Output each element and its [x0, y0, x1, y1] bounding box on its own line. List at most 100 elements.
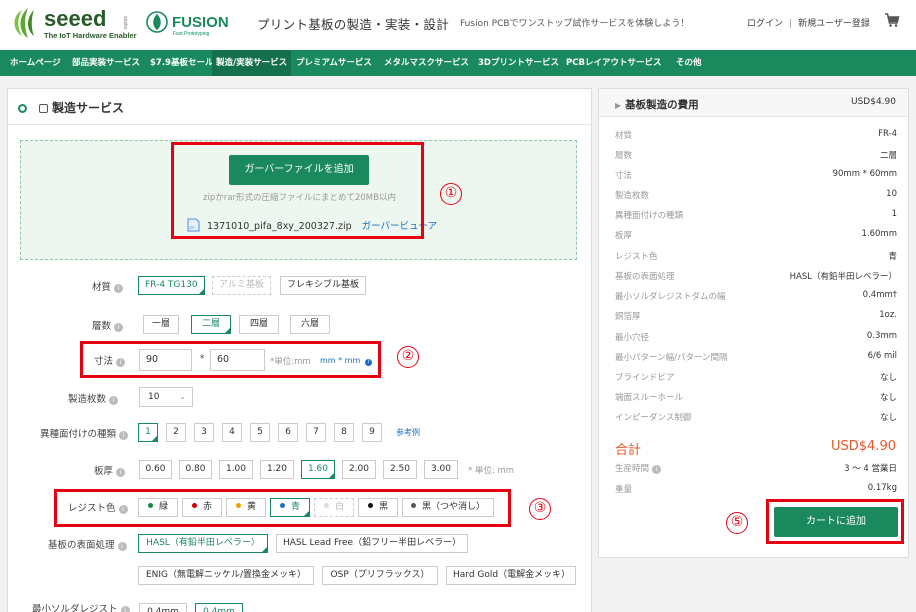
designs-option-1[interactable]: 1 [138, 423, 158, 442]
nav-item-sale[interactable]: $7.9基板セール [146, 50, 217, 76]
svg-text:The IoT Hardware Enabler: The IoT Hardware Enabler [44, 31, 137, 40]
info-icon[interactable]: i [109, 396, 119, 405]
cart-icon[interactable] [884, 12, 900, 28]
svg-text:Fast Prototyping: Fast Prototyping [173, 31, 210, 37]
register-link[interactable]: 新規ユーザー登録 [798, 19, 870, 29]
annotation-marker-2: ② [397, 346, 419, 368]
info-icon[interactable]: i [117, 542, 127, 551]
finish-option-osp[interactable]: OSP（プリフラックス） [322, 566, 438, 585]
nav-item-other[interactable]: その他 [672, 50, 706, 76]
cost-panel-header: ▶ 基板製造の費用 USD$4.90 [599, 89, 908, 117]
thickness-option-300[interactable]: 3.00 [424, 460, 458, 479]
header-title: プリント基板の製造・実装・設計 [257, 17, 450, 32]
annotation-marker-3: ③ [529, 498, 551, 520]
nav-item-manufacturing[interactable]: 製造/実装サービス [212, 50, 292, 76]
total-value: USD$4.90 [831, 439, 896, 454]
material-option-fr4[interactable]: FR-4 TG130 [138, 276, 205, 295]
designs-option-9[interactable]: 9 [362, 423, 382, 442]
annotation-box-2 [80, 341, 381, 378]
spec-row: 寸法 90mm * 60mm [615, 169, 897, 181]
svg-text:FUSION: FUSION [172, 14, 229, 31]
spec-row: 板厚 1.60mm [615, 229, 897, 241]
section-title: 製造サービス [18, 99, 124, 116]
annotation-marker-1: ① [440, 183, 462, 205]
info-icon[interactable]: i [114, 284, 124, 293]
seeed-logo[interactable]: seeed The IoT Hardware Enabler studio [8, 6, 138, 42]
finish-option-enig[interactable]: ENIG（無電解ニッケル/置換金メッキ） [138, 566, 314, 585]
designs-option-6[interactable]: 6 [278, 423, 298, 442]
spec-row: 最小ソルダレジストダムの幅 0.4mm† [615, 290, 897, 302]
spec-row: ブラインドビア なし [615, 373, 897, 383]
svg-text:studio: studio [122, 16, 128, 30]
section-title-text: 製造サービス [52, 101, 125, 115]
info-icon[interactable]: i [651, 465, 661, 474]
info-icon[interactable]: i [120, 606, 130, 612]
nav-item-3d-print[interactable]: 3Dプリントサービス [474, 50, 563, 76]
designs-example-link[interactable]: 参考例 [396, 427, 420, 438]
nav-item-premium[interactable]: プレミアムサービス [292, 50, 376, 76]
collapse-triangle-icon: ▶ [615, 101, 622, 110]
thickness-option-060[interactable]: 0.60 [139, 460, 172, 479]
designs-option-2[interactable]: 2 [166, 423, 186, 442]
spec-row: 層数 二層 [615, 151, 897, 161]
designs-option-7[interactable]: 7 [306, 423, 326, 442]
designs-option-8[interactable]: 8 [334, 423, 354, 442]
total-label: 合計 [615, 443, 642, 458]
material-label: 材質 i [92, 279, 124, 293]
divider [8, 124, 591, 125]
spec-row: 異種面付けの種類 1 [615, 209, 897, 221]
min-dam-option-a[interactable]: 0.4mm [139, 603, 187, 612]
layers-option-2[interactable]: 二層 [191, 315, 231, 334]
info-icon[interactable]: i [114, 323, 124, 332]
annotation-box-3 [54, 489, 511, 527]
nav-item-home[interactable]: ホームページ [6, 50, 65, 76]
annotation-box-1 [171, 142, 424, 239]
cost-panel-title[interactable]: ▶ 基板製造の費用 [615, 97, 699, 112]
material-option-aluminum[interactable]: アルミ基板 [212, 276, 271, 295]
spec-row: 基板の表面処理 HASL（有鉛半田レベラー） [615, 272, 897, 282]
thickness-option-120[interactable]: 1.20 [260, 460, 294, 479]
layers-label: 層数 i [92, 318, 124, 332]
spec-row: 材質 FR-4 [615, 129, 897, 141]
designs-option-5[interactable]: 5 [250, 423, 270, 442]
header-links: ログイン | 新規ユーザー登録 [747, 16, 870, 29]
login-link[interactable]: ログイン [747, 19, 783, 29]
thickness-option-160[interactable]: 1.60 [301, 460, 335, 479]
layers-option-4[interactable]: 四層 [239, 315, 279, 334]
svg-text:seeed: seeed [44, 6, 106, 31]
info-icon[interactable]: i [116, 468, 126, 477]
finish-option-hard-gold[interactable]: Hard Gold（電解金メッキ） [446, 566, 576, 585]
thickness-option-100[interactable]: 1.00 [219, 460, 253, 479]
spec-row: 製造枚数 10 [615, 189, 897, 201]
designs-option-4[interactable]: 4 [222, 423, 242, 442]
min-dam-option-b[interactable]: 0.4mm [195, 603, 243, 612]
designs-label: 異種面付けの種類 i [40, 426, 129, 440]
info-icon[interactable]: i [119, 431, 129, 440]
min-dam-label: 最小ソルダレジスト i [32, 601, 130, 612]
material-option-flex[interactable]: フレキシブル基板 [280, 276, 367, 295]
nav-item-pcb-layout[interactable]: PCBレイアウトサービス [562, 50, 665, 76]
layers-option-6[interactable]: 六層 [290, 315, 330, 334]
cost-total-top: USD$4.90 [851, 97, 896, 107]
thickness-option-080[interactable]: 0.80 [179, 460, 212, 479]
lead-time-row: 生産時間 i3 ～ 4 営業日 [615, 464, 897, 474]
quantity-select[interactable]: 10 ⌄ [139, 387, 193, 407]
thickness-option-250[interactable]: 2.50 [383, 460, 417, 479]
thickness-label: 板厚 i [94, 463, 126, 477]
layers-option-1[interactable]: 一層 [143, 315, 179, 334]
thickness-option-200[interactable]: 2.00 [342, 460, 376, 479]
cost-panel: ▶ 基板製造の費用 USD$4.90 材質 FR-4 層数 二層 寸法 90mm * 6… [598, 88, 909, 558]
spec-row: 銅箔厚 1oz. [615, 310, 897, 322]
finish-label: 基板の表面処理 i [48, 537, 127, 551]
header-link-separator: | [789, 19, 793, 29]
designs-option-3[interactable]: 3 [194, 423, 214, 442]
spec-row: 最小パターン幅/パターン間隔 6/6 mil [615, 351, 897, 363]
finish-option-hasl-lead-free[interactable]: HASL Lead Free（鉛フリー半田レベラー） [276, 534, 468, 553]
spec-row: 最小穴径 0.3mm [615, 331, 897, 343]
finish-option-hasl[interactable]: HASL（有鉛半田レベラー） [138, 534, 268, 553]
nav-item-stencil[interactable]: メタルマスクサービス [380, 50, 473, 76]
nav-item-assembly[interactable]: 部品実装サービス [68, 50, 144, 76]
chevron-down-icon: ⌄ [179, 392, 186, 401]
fusion-logo[interactable]: FUSION Fast Prototyping [145, 8, 240, 38]
header-subtitle: Fusion PCBでワンストップ試作サービスを体験しよう！ [460, 19, 690, 29]
